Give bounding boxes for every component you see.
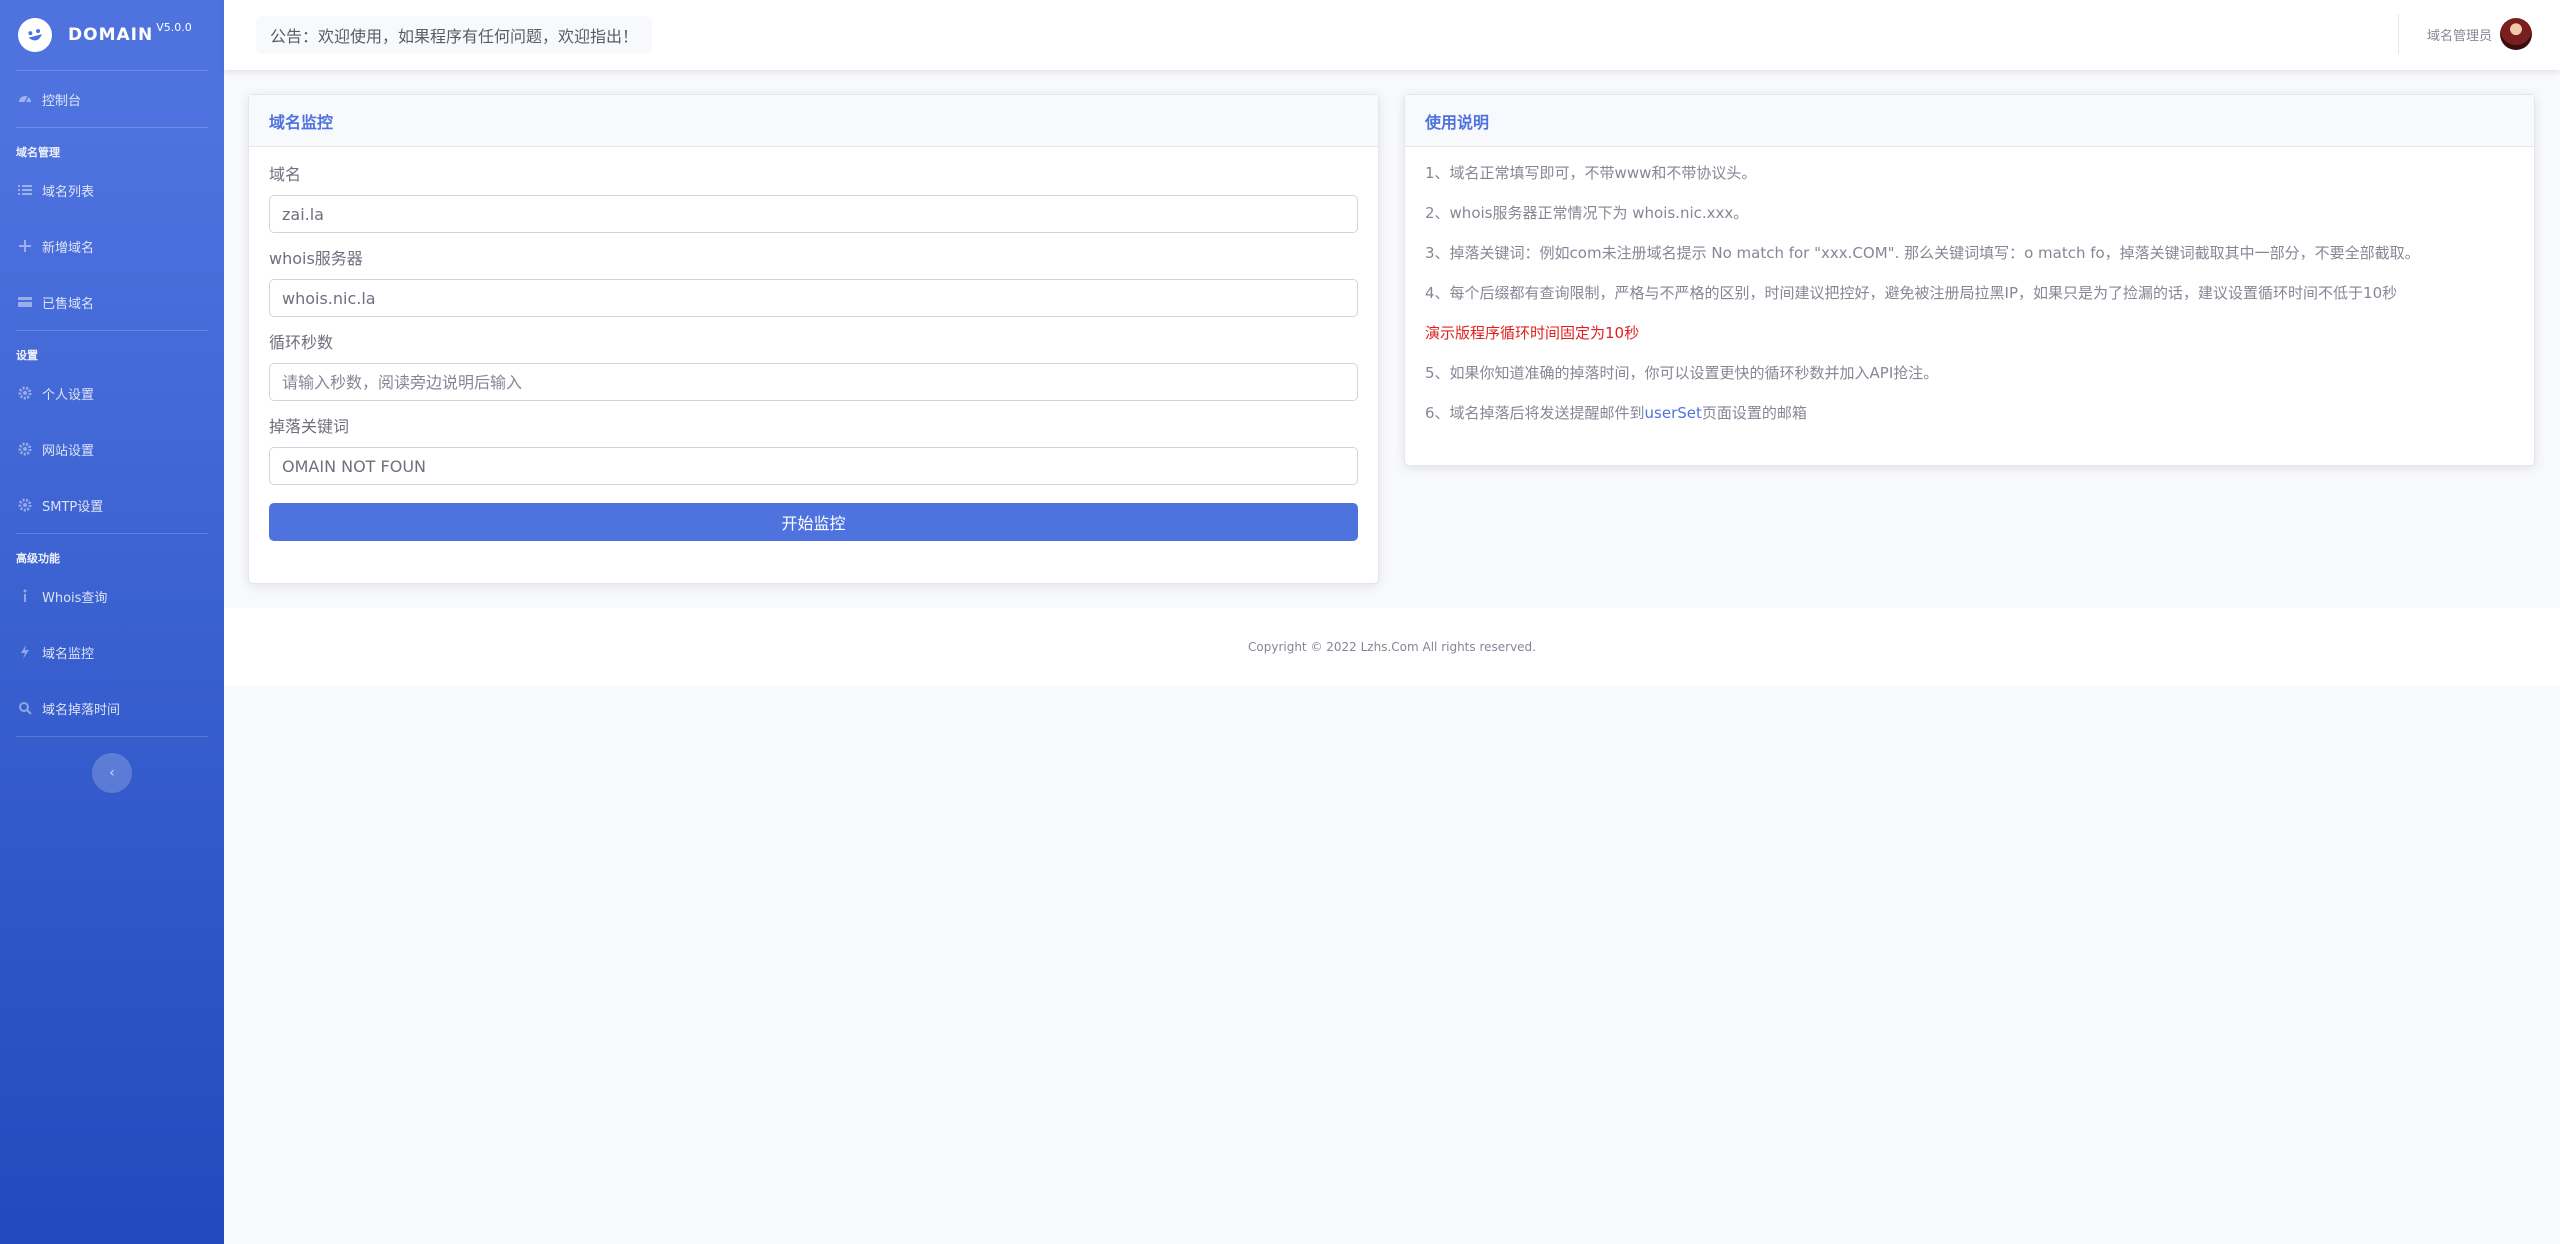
sidebar-item-label: 域名监控: [42, 646, 95, 662]
user-settings-link[interactable]: userSet: [1645, 404, 1702, 422]
sidebar-item-label: 控制台: [42, 93, 82, 109]
drop-keyword-label: 掉落关键词: [269, 417, 350, 436]
info-icon: [18, 589, 32, 603]
sidebar-item-smtp-settings[interactable]: SMTP设置: [0, 477, 224, 533]
sidebar-item-label: 域名掉落时间: [42, 702, 121, 718]
usage-line: 3、掉落关键词：例如com未注册域名提示 No match for "xxx.C…: [1425, 244, 2420, 262]
sidebar-item-site-settings[interactable]: 网站设置: [0, 421, 224, 477]
domain-label: 域名: [269, 165, 302, 184]
domain-monitor-card: 域名监控 域名 whois服务器 循环秒数 掉落关键词 开始监控: [248, 94, 1379, 584]
sidebar-item-personal-settings[interactable]: 个人设置: [0, 365, 224, 421]
smile-logo-icon: [14, 14, 56, 56]
usage-card: 使用说明 1、域名正常填写即可，不带www和不带协议头。 2、whois服务器正…: [1404, 94, 2535, 466]
sidebar-heading: 高级功能: [16, 552, 60, 565]
usage-line: 4、每个后缀都有查询限制，严格与不严格的区别，时间建议把控好，避免被注册局拉黑I…: [1425, 284, 2398, 302]
sidebar-heading: 域名管理: [16, 146, 60, 159]
start-monitor-button[interactable]: 开始监控: [269, 503, 1358, 541]
sidebar-divider: [16, 736, 208, 737]
sidebar-item-label: SMTP设置: [42, 499, 104, 515]
admin-name[interactable]: 域名管理员: [2427, 25, 2492, 44]
sidebar-item-label: 域名列表: [42, 184, 95, 200]
sidebar-toggle-button[interactable]: ‹: [92, 753, 132, 793]
sidebar-item-label: 已售域名: [42, 296, 95, 312]
sidebar-item-label: 个人设置: [42, 387, 95, 403]
usage-line: 2、whois服务器正常情况下为 whois.nic.xxx。: [1425, 204, 1749, 222]
whois-server-label: whois服务器: [269, 249, 363, 268]
usage-line: 1、域名正常填写即可，不带www和不带协议头。: [1425, 164, 1757, 182]
sidebar-item-label: 网站设置: [42, 443, 95, 459]
gear-icon: [18, 386, 32, 400]
card-title: 域名监控: [249, 95, 1378, 147]
brand-name: DOMAIN: [68, 25, 154, 45]
domain-input[interactable]: [269, 195, 1358, 233]
usage-text: 页面设置的邮箱: [1701, 404, 1807, 422]
user-menu[interactable]: 域名管理员: [2397, 14, 2532, 54]
search-icon: [18, 701, 32, 715]
list-icon: [18, 183, 32, 197]
sidebar-item-drop-time[interactable]: 域名掉落时间: [0, 680, 224, 736]
brand[interactable]: DOMAIN V5.0.0: [0, 0, 224, 70]
sidebar-item-domain-list[interactable]: 域名列表: [0, 162, 224, 218]
chevron-left-icon: ‹: [109, 765, 115, 781]
sidebar-item-domain-monitor[interactable]: 域名监控: [0, 624, 224, 680]
topbar: 公告：欢迎使用，如果程序有任何问题，欢迎指出！ 域名管理员: [224, 0, 2560, 70]
sidebar-item-label: Whois查询: [42, 590, 108, 606]
sidebar-item-label: 新增域名: [42, 240, 95, 256]
sidebar-item-dashboard[interactable]: 控制台: [0, 71, 224, 127]
topbar-divider: [2397, 14, 2399, 54]
sidebar-item-add-domain[interactable]: 新增域名: [0, 218, 224, 274]
avatar[interactable]: [2500, 18, 2532, 50]
gear-icon: [18, 498, 32, 512]
sidebar-item-sold-domains[interactable]: 已售域名: [0, 274, 224, 330]
card-title: 使用说明: [1405, 95, 2534, 147]
whois-server-input[interactable]: [269, 279, 1358, 317]
sidebar: DOMAIN V5.0.0 控制台 域名管理 域名列表 新增域名 已售域名 设置…: [0, 0, 224, 1244]
usage-text: 6、域名掉落后将发送提醒邮件到: [1425, 404, 1645, 422]
demo-note: 演示版程序循环时间固定为10秒: [1425, 324, 1640, 342]
sidebar-item-whois[interactable]: Whois查询: [0, 568, 224, 624]
dashboard-icon: [18, 92, 32, 106]
sidebar-heading: 设置: [16, 349, 38, 362]
gear-icon: [18, 442, 32, 456]
brand-version: V5.0.0: [156, 20, 192, 34]
announcement: 公告：欢迎使用，如果程序有任何问题，欢迎指出！: [256, 16, 653, 54]
plus-icon: [18, 239, 32, 253]
copyright: Copyright © 2022 Lzhs.Com All rights res…: [1248, 640, 1536, 654]
interval-label: 循环秒数: [269, 333, 334, 352]
footer: Copyright © 2022 Lzhs.Com All rights res…: [224, 608, 2560, 686]
usage-line: 6、域名掉落后将发送提醒邮件到userSet页面设置的邮箱: [1425, 393, 2514, 433]
drop-keyword-input[interactable]: [269, 447, 1358, 485]
bolt-icon: [18, 645, 32, 659]
credit-card-icon: [18, 295, 32, 309]
interval-input[interactable]: [269, 363, 1358, 401]
usage-line: 5、如果你知道准确的掉落时间，你可以设置更快的循环秒数并加入API抢注。: [1425, 364, 1939, 382]
